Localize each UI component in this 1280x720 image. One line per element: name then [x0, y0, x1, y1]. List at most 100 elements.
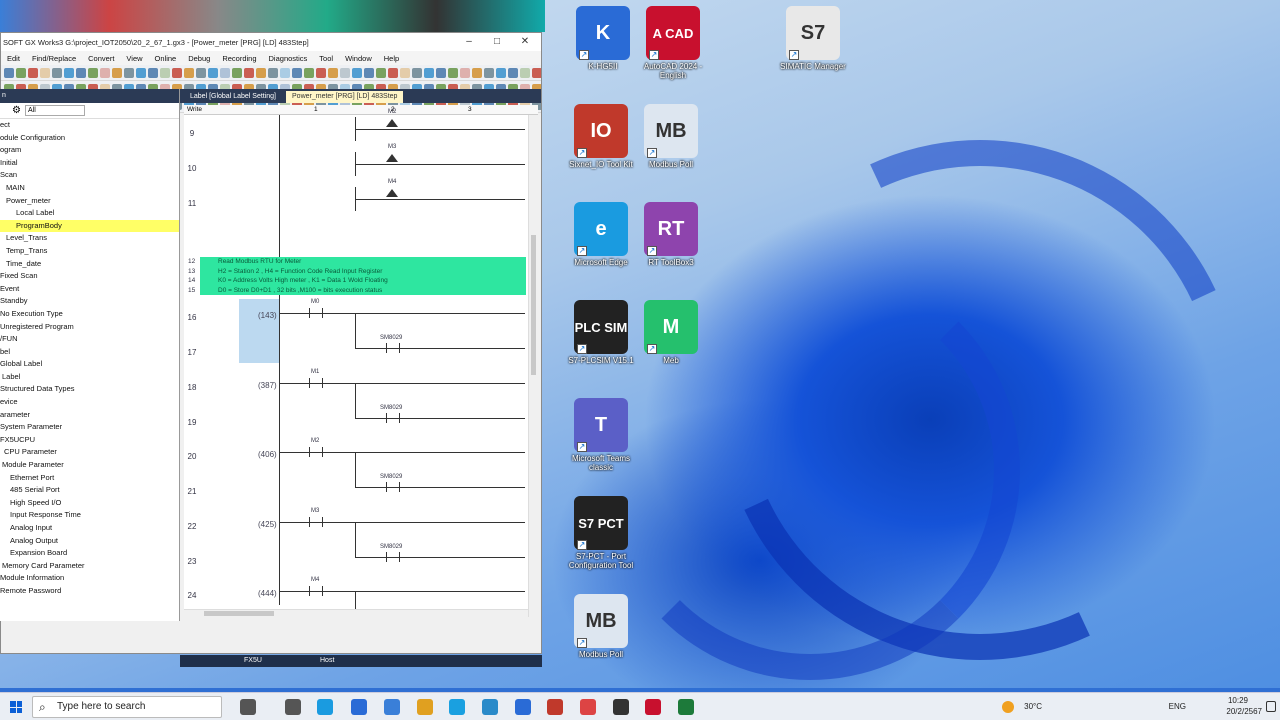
desktop-icon[interactable]: IO ↗ Sixnet_IO Tool Kit — [563, 104, 639, 169]
toolbar-button-icon[interactable] — [4, 67, 14, 78]
toolbar-button-icon[interactable] — [148, 67, 158, 78]
vertical-scrollbar[interactable] — [528, 115, 538, 617]
toolbar-button-icon[interactable] — [352, 67, 362, 78]
tree-item[interactable]: Ethernet Port — [0, 472, 179, 485]
taskbar-app-icon[interactable] — [613, 699, 629, 715]
tree-item[interactable]: Time_date — [0, 258, 179, 271]
toolbar-button-icon[interactable] — [328, 67, 338, 78]
toolbar-button-icon[interactable] — [412, 67, 422, 78]
taskbar-app-icon[interactable] — [580, 699, 596, 715]
rung-comment-block[interactable]: 12 Read Modbus RTU for Meter 13 H2 = Statio… — [188, 257, 526, 295]
tree-item[interactable]: Input Response Time — [0, 509, 179, 522]
tree-item[interactable]: ProgramBody — [0, 219, 179, 233]
menu-item[interactable]: View — [120, 54, 148, 63]
toolbar-button-icon[interactable] — [28, 67, 38, 78]
tree-item[interactable]: Analog Output — [0, 535, 179, 548]
rising-edge-contact[interactable] — [386, 154, 398, 162]
toolbar-button-icon[interactable] — [124, 67, 134, 78]
tree-item[interactable]: System Parameter — [0, 421, 179, 434]
tree-item[interactable]: Event — [0, 283, 179, 296]
contact-m0[interactable] — [309, 308, 323, 318]
menu-item[interactable]: Online — [149, 54, 183, 63]
rising-edge-contact[interactable] — [386, 119, 398, 127]
toolbar-button-icon[interactable] — [532, 67, 541, 78]
toolbar-button-icon[interactable] — [436, 67, 446, 78]
taskbar-app-icon[interactable] — [285, 699, 301, 715]
tree-item[interactable]: Initial — [0, 157, 179, 170]
desktop-icon[interactable]: MB ↗ Modbus Poll — [563, 594, 639, 659]
desktop-icon[interactable]: A CAD ↗ AutoCAD 2024 - English — [635, 6, 711, 80]
title-bar[interactable]: SOFT GX Works3 G:\project_IOT2050\20_2_6… — [1, 33, 541, 51]
tree-item[interactable]: No Execution Type — [0, 308, 179, 321]
toolbar-button-icon[interactable] — [100, 67, 110, 78]
tree-item[interactable]: Level_Trans — [0, 232, 179, 245]
contact-sm8029[interactable] — [386, 343, 400, 353]
desktop-icon[interactable]: K ↗ K-HG5II — [565, 6, 641, 71]
taskbar-app-icon[interactable] — [645, 699, 661, 715]
tree-item[interactable]: Power_meter — [0, 195, 179, 208]
tree-item[interactable]: Temp_Trans — [0, 245, 179, 258]
toolbar-button-icon[interactable] — [400, 67, 410, 78]
desktop-icon[interactable]: MB ↗ Modbus Poll — [633, 104, 709, 169]
toolbar-button-icon[interactable] — [388, 67, 398, 78]
taskbar-app-icon[interactable] — [449, 699, 465, 715]
toolbar-button-icon[interactable] — [268, 67, 278, 78]
tree-item[interactable]: FX5UCPU — [0, 434, 179, 447]
start-icon[interactable] — [10, 701, 22, 713]
tree-item[interactable]: Label — [0, 371, 179, 384]
toolbar-button-icon[interactable] — [448, 67, 458, 78]
tree-item[interactable]: Scan — [0, 169, 179, 182]
menu-item[interactable]: Find/Replace — [26, 54, 82, 63]
toolbar-button-icon[interactable] — [292, 67, 302, 78]
toolbar-button-icon[interactable] — [244, 67, 254, 78]
menu-item[interactable]: Edit — [1, 54, 26, 63]
desktop-icon[interactable]: e ↗ Microsoft Edge — [563, 202, 639, 267]
taskbar-app-icon[interactable] — [678, 699, 694, 715]
toolbar-button-icon[interactable] — [88, 67, 98, 78]
contact-sm8029[interactable] — [386, 412, 400, 423]
ladder-editor[interactable]: Write 1 2 3 9 M2 10 M3 11 M4 12 Read Modbus RTU… — [184, 105, 538, 617]
tree-item[interactable]: /FUN — [0, 333, 179, 346]
tree-item[interactable]: High Speed I/O — [0, 497, 179, 510]
menu-item[interactable]: Debug — [182, 54, 216, 63]
contact-sm8029[interactable] — [386, 482, 400, 492]
tree-item[interactable]: CPU Parameter — [0, 446, 179, 459]
tree-item[interactable]: ogram — [0, 144, 179, 157]
tab-global-label[interactable]: Label [Global Label Setting] — [184, 91, 282, 103]
tree-item[interactable]: Memory Card Parameter — [0, 560, 179, 573]
desktop-icon[interactable]: T ↗ Microsoft Teams classic — [563, 398, 639, 472]
tree-item[interactable]: evice — [0, 396, 179, 409]
menu-item[interactable]: Recording — [216, 54, 262, 63]
toolbar-button-icon[interactable] — [208, 67, 218, 78]
toolbar-button-icon[interactable] — [520, 67, 530, 78]
tree-item[interactable]: odule Configuration — [0, 132, 179, 145]
toolbar-button-icon[interactable] — [508, 67, 518, 78]
rising-edge-contact[interactable] — [386, 189, 398, 197]
toolbar-button-icon[interactable] — [136, 67, 146, 78]
toolbar-button-icon[interactable] — [376, 67, 386, 78]
toolbar-button-icon[interactable] — [196, 67, 206, 78]
menu-item[interactable]: Help — [378, 54, 405, 63]
taskbar-app-icon[interactable] — [515, 699, 531, 715]
tree-item[interactable]: MAIN — [0, 182, 179, 195]
desktop-icon[interactable]: S7 ↗ SIMATIC Manager — [775, 6, 851, 71]
tree-item[interactable]: Module Parameter — [0, 459, 179, 472]
minimize-icon[interactable]: – — [455, 33, 483, 51]
toolbar-button-icon[interactable] — [52, 67, 62, 78]
contact-m1[interactable] — [309, 377, 323, 388]
toolbar-button-icon[interactable] — [184, 67, 194, 78]
toolbar-button-icon[interactable] — [172, 67, 182, 78]
contact-m4[interactable] — [309, 586, 323, 596]
horizontal-scrollbar[interactable] — [184, 609, 528, 617]
taskbar-app-icon[interactable] — [240, 699, 256, 715]
toolbar-button-icon[interactable] — [64, 67, 74, 78]
toolbar-button-icon[interactable] — [460, 67, 470, 78]
tree-item[interactable]: Fixed Scan — [0, 270, 179, 283]
toolbar-button-icon[interactable] — [484, 67, 494, 78]
tree-item[interactable]: Module Information — [0, 572, 179, 585]
taskbar-app-icon[interactable] — [384, 699, 400, 715]
tree-item[interactable]: Remote Password — [0, 585, 179, 598]
toolbar-button-icon[interactable] — [424, 67, 434, 78]
toolbar-button-icon[interactable] — [316, 67, 326, 78]
toolbar-button-icon[interactable] — [364, 67, 374, 78]
